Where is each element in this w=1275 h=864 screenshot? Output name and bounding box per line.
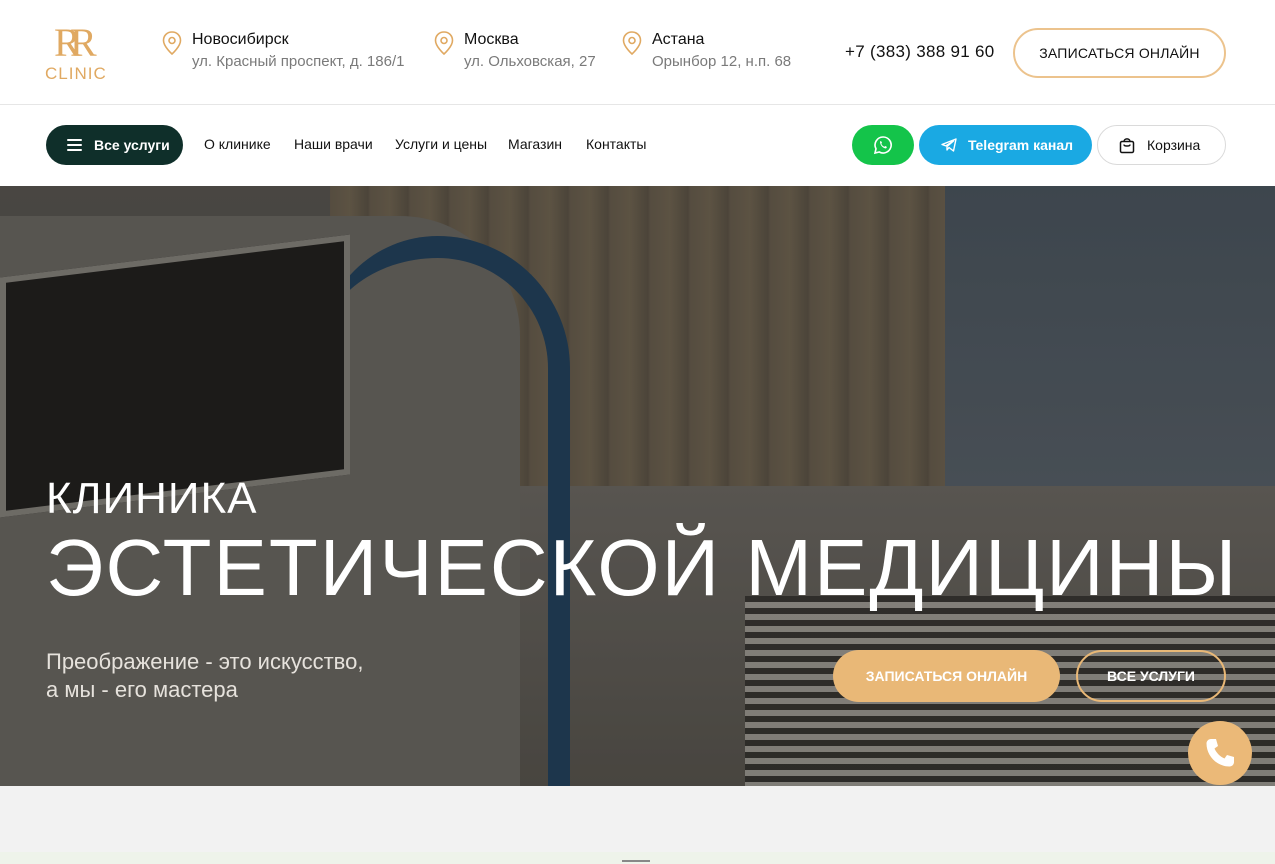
scroll-indicator	[622, 860, 650, 862]
location-address: Орынбор 12, н.п. 68	[652, 53, 792, 70]
hero-title-line1: КЛИНИКА	[46, 474, 258, 523]
next-section	[0, 786, 1275, 864]
svg-text:R: R	[70, 20, 97, 64]
map-pin-icon	[622, 31, 642, 55]
logo-monogram: R R	[54, 20, 97, 64]
cart-label: Корзина	[1147, 137, 1201, 153]
map-pin-icon	[162, 31, 182, 55]
hero-title-line2: ЭСТЕТИЧЕСКОЙ МЕДИЦИНЫ	[46, 523, 1239, 612]
book-online-button[interactable]: ЗАПИСАТЬСЯ ОНЛАЙН	[1013, 28, 1226, 78]
hero-banner: КЛИНИКА ЭСТЕТИЧЕСКОЙ МЕДИЦИНЫ Преображен…	[0, 186, 1275, 786]
nav-link-contacts[interactable]: Контакты	[586, 136, 646, 152]
phone-link[interactable]: +7 (383) 388 91 60	[845, 42, 995, 62]
clinic-logo[interactable]: R R CLINIC	[44, 20, 114, 84]
hero-subtitle-line2: а мы - его мастера	[46, 677, 238, 702]
location-city: Москва	[464, 31, 519, 48]
main-nav: Все услуги О клинике Наши врачи Услуги и…	[0, 105, 1275, 186]
shopping-bag-icon	[1119, 138, 1135, 154]
hero-subtitle: Преображение - это искусство, а мы - его…	[46, 648, 363, 704]
phone-icon	[1206, 739, 1234, 767]
section-divider	[0, 852, 1275, 864]
all-services-button[interactable]: Все услуги	[46, 125, 183, 165]
location-address: ул. Ольховская, 27	[464, 53, 596, 70]
telegram-channel-button[interactable]: Telegram канал	[919, 125, 1092, 165]
hero-all-services-button[interactable]: ВСЕ УСЛУГИ	[1076, 650, 1226, 702]
nav-link-shop[interactable]: Магазин	[508, 136, 562, 152]
hero-subtitle-line1: Преображение - это искусство,	[46, 649, 364, 674]
location-city: Новосибирск	[192, 31, 289, 48]
nav-link-doctors[interactable]: Наши врачи	[294, 136, 373, 152]
telegram-label: Telegram канал	[968, 137, 1074, 153]
nav-link-about[interactable]: О клинике	[204, 136, 271, 152]
cart-button[interactable]: Корзина	[1097, 125, 1226, 165]
location-city: Астана	[652, 31, 705, 48]
location-address: ул. Красный проспект, д. 186/1	[192, 53, 405, 70]
nav-link-services-prices[interactable]: Услуги и цены	[395, 136, 487, 152]
menu-icon	[67, 139, 82, 151]
whatsapp-button[interactable]	[852, 125, 914, 165]
all-services-label: Все услуги	[94, 137, 170, 153]
top-header: R R CLINIC Новосибирск ул. Красный просп…	[0, 0, 1275, 105]
logo-text: CLINIC	[45, 64, 107, 83]
hero-book-online-button[interactable]: ЗАПИСАТЬСЯ ОНЛАЙН	[833, 650, 1060, 702]
call-button[interactable]	[1188, 721, 1252, 785]
telegram-icon	[941, 138, 957, 152]
map-pin-icon	[434, 31, 454, 55]
whatsapp-icon	[873, 136, 892, 155]
